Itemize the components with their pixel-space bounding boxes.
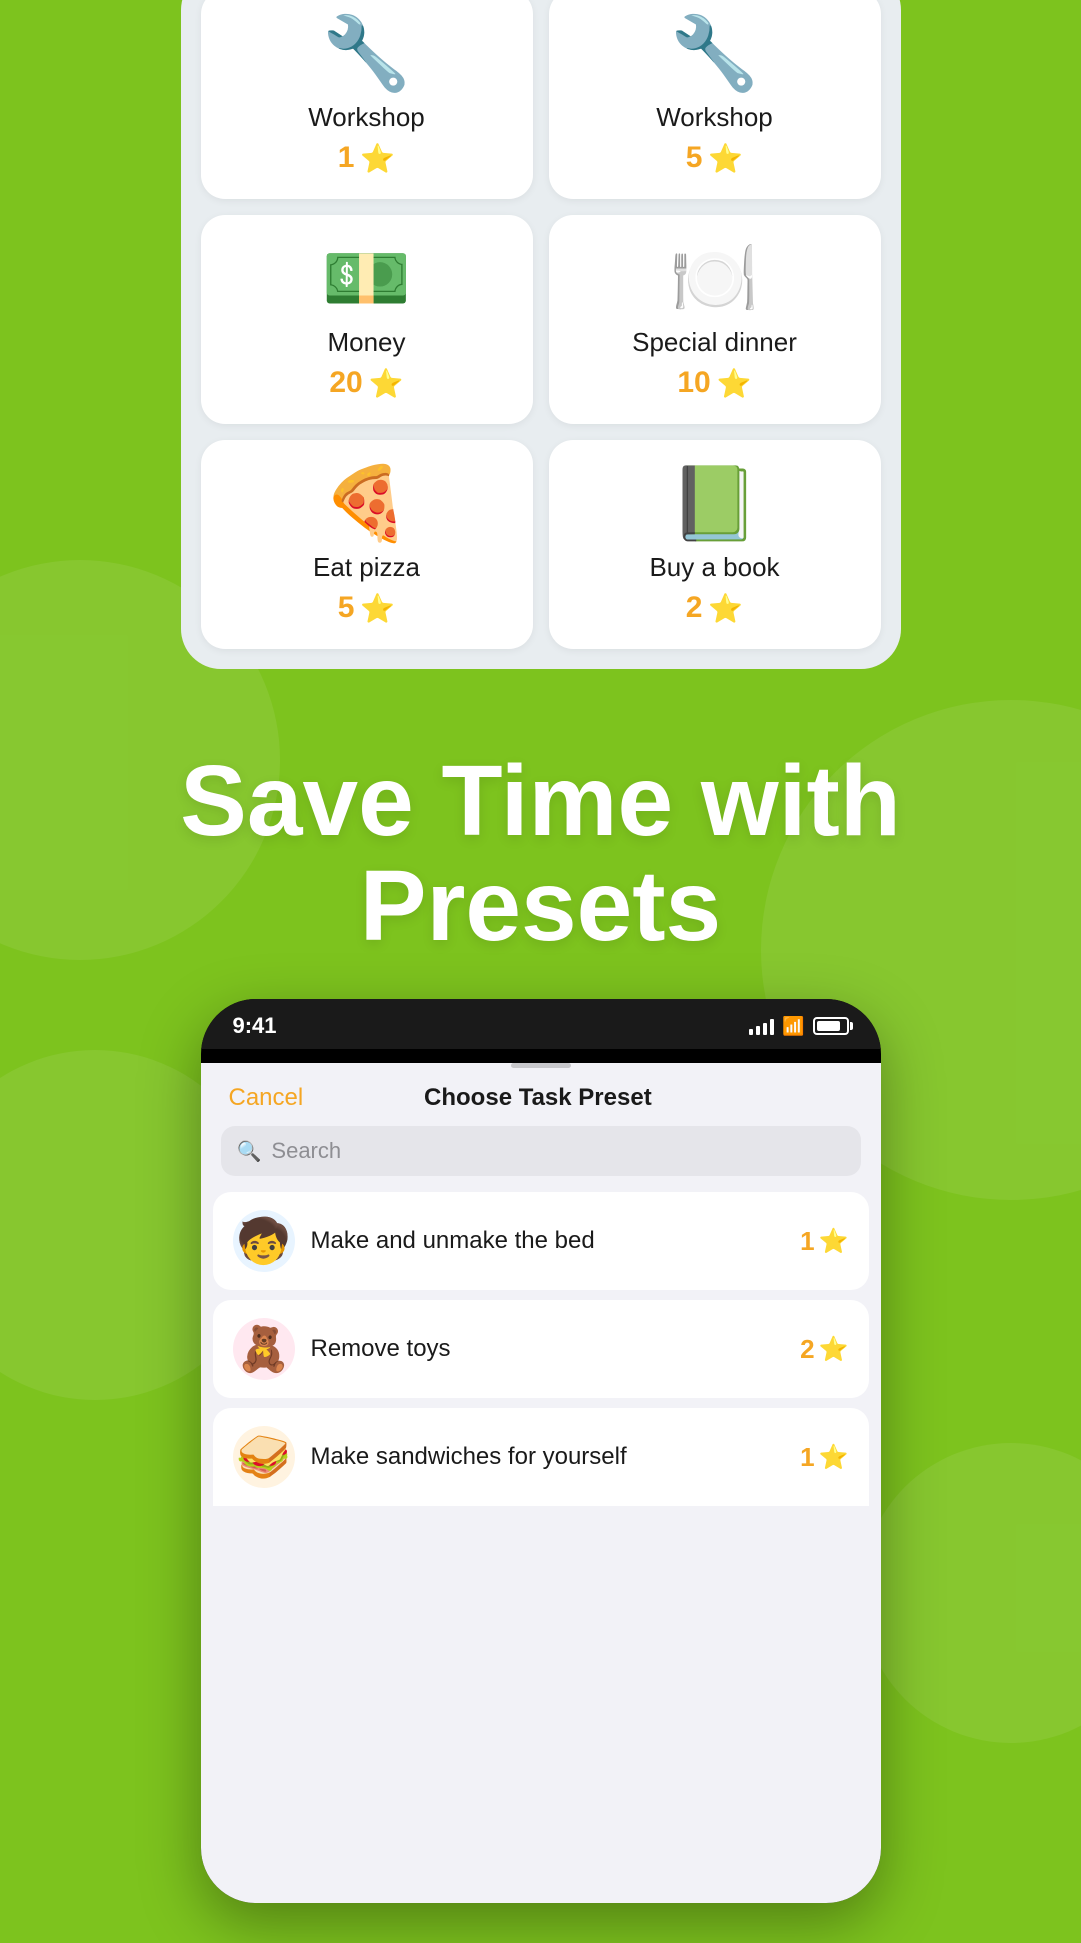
star-icon: ⭐	[708, 142, 743, 175]
reward-count: 1	[338, 141, 355, 175]
reward-count: 20	[329, 366, 362, 400]
workshop-icon: 🔧	[670, 18, 760, 90]
status-bar: 9:41 📶	[201, 999, 881, 1049]
task-emoji: 🧒	[233, 1210, 295, 1272]
reward-name: Money	[327, 327, 405, 358]
star-icon: ⭐	[708, 592, 743, 625]
book-icon: 📗	[670, 468, 760, 540]
reward-stars: 5⭐	[686, 141, 744, 175]
star-icon: ⭐	[360, 142, 395, 175]
task-item[interactable]: 🥪 Make sandwiches for yourself 1⭐	[213, 1408, 869, 1506]
bottom-phone-wrapper: 9:41 📶 Cancel Choose Task Preset	[0, 999, 1081, 1943]
task-stars: 2⭐	[800, 1334, 848, 1365]
star-icon: ⭐	[369, 367, 404, 400]
task-name: Make and unmake the bed	[311, 1227, 785, 1255]
promo-section: Save Time with Presets	[0, 699, 1081, 999]
reward-stars: 1⭐	[338, 141, 396, 175]
pizza-icon: 🍕	[322, 468, 412, 540]
task-name: Make sandwiches for yourself	[311, 1443, 785, 1471]
task-stars: 1⭐	[800, 1442, 848, 1473]
sheet-header: Cancel Choose Task Preset	[201, 1068, 881, 1126]
task-star-icon: ⭐	[819, 1335, 849, 1364]
search-icon: 🔍	[237, 1139, 262, 1164]
task-stars: 1⭐	[800, 1226, 848, 1257]
battery-icon	[813, 1017, 849, 1035]
reward-card-buy-book[interactable]: 📗 Buy a book 2⭐	[549, 440, 881, 649]
reward-card-workshop5[interactable]: 🔧 Workshop 5⭐	[549, 0, 881, 199]
reward-count: 5	[338, 591, 355, 625]
status-time: 9:41	[233, 1013, 277, 1039]
task-count: 1	[800, 1226, 814, 1257]
task-star-icon: ⭐	[819, 1443, 849, 1472]
reward-name: Workshop	[656, 102, 773, 133]
star-icon: ⭐	[360, 592, 395, 625]
reward-card-workshop1[interactable]: 🔧 Workshop 1⭐	[201, 0, 533, 199]
bottom-phone-mockup: 9:41 📶 Cancel Choose Task Preset	[201, 999, 881, 1903]
task-star-icon: ⭐	[819, 1227, 849, 1256]
search-bar[interactable]: 🔍 Search	[221, 1126, 861, 1176]
promo-heading: Save Time with Presets	[60, 749, 1021, 959]
task-name: Remove toys	[311, 1335, 785, 1363]
reward-count: 2	[686, 591, 703, 625]
sheet-title: Choose Task Preset	[424, 1084, 652, 1112]
reward-card-money20[interactable]: 💵 Money 20⭐	[201, 215, 533, 424]
reward-name: Eat pizza	[313, 552, 420, 583]
task-emoji: 🧸	[233, 1318, 295, 1380]
task-count: 2	[800, 1334, 814, 1365]
reward-stars: 10⭐	[677, 366, 751, 400]
reward-count: 10	[677, 366, 710, 400]
promo-line1: Save Time with	[180, 745, 901, 857]
sheet-content: Cancel Choose Task Preset 🔍 Search 🧒 Make…	[201, 1063, 881, 1903]
workshop-icon: 🔧	[322, 18, 412, 90]
cancel-button[interactable]: Cancel	[229, 1084, 304, 1112]
star-icon: ⭐	[717, 367, 752, 400]
signal-icon	[749, 1017, 774, 1035]
task-list: 🧒Make and unmake the bed1⭐🧸Remove toys2⭐…	[201, 1192, 881, 1506]
reward-card-special-dinner[interactable]: 🍽️ Special dinner 10⭐	[549, 215, 881, 424]
reward-card-eat-pizza[interactable]: 🍕 Eat pizza 5⭐	[201, 440, 533, 649]
status-icons: 📶	[749, 1016, 848, 1037]
search-placeholder: Search	[271, 1138, 341, 1164]
reward-name: Buy a book	[649, 552, 779, 583]
task-item[interactable]: 🧸 Remove toys 2⭐	[213, 1300, 869, 1398]
task-count: 1	[800, 1442, 814, 1473]
top-phone-mockup: 🔧Workshop1⭐🔧Workshop5⭐💵Money20⭐🍽️Special…	[181, 0, 901, 669]
promo-line2: Presets	[360, 850, 721, 962]
reward-name: Special dinner	[632, 327, 797, 358]
wifi-icon: 📶	[782, 1016, 804, 1037]
rewards-grid: 🔧Workshop1⭐🔧Workshop5⭐💵Money20⭐🍽️Special…	[201, 0, 881, 649]
reward-count: 5	[686, 141, 703, 175]
task-item[interactable]: 🧒 Make and unmake the bed 1⭐	[213, 1192, 869, 1290]
reward-stars: 2⭐	[686, 591, 744, 625]
money-icon: 💵	[322, 243, 412, 315]
special-dinner-icon: 🍽️	[670, 243, 760, 315]
reward-stars: 5⭐	[338, 591, 396, 625]
task-emoji: 🥪	[233, 1426, 295, 1488]
reward-stars: 20⭐	[329, 366, 403, 400]
reward-name: Workshop	[308, 102, 425, 133]
